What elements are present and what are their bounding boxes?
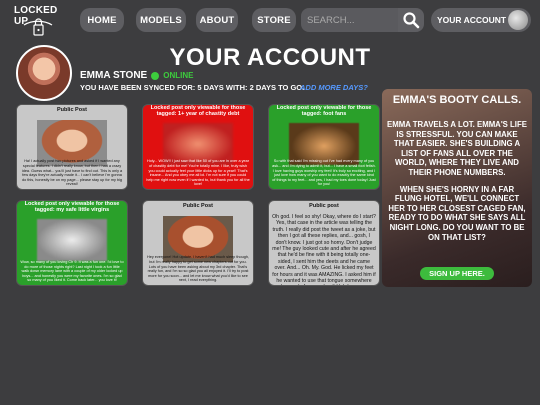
- post-header: Locked post only viewable for those tagg…: [24, 201, 120, 213]
- nav-models-button[interactable]: MODELS: [136, 8, 186, 32]
- search-icon: [403, 12, 420, 29]
- search-button[interactable]: [398, 8, 424, 32]
- site-logo[interactable]: LOCKED UP: [8, 3, 68, 37]
- post-header: Public Post: [17, 105, 127, 117]
- account-avatar: [508, 10, 528, 30]
- add-more-days-link[interactable]: ADD MORE DAYS?: [300, 83, 368, 92]
- post-card[interactable]: Locked post only viewable for those tagg…: [142, 104, 254, 190]
- ad-title: EMMA'S BOOTY CALLS.: [392, 94, 522, 106]
- post-header: Locked post only viewable for those tagg…: [276, 105, 372, 117]
- profile-name: EMMA STONE: [80, 70, 148, 81]
- profile-name-row: EMMA STONE ONLINE: [80, 70, 193, 81]
- sign-up-button[interactable]: SIGN UP HERE.: [420, 267, 494, 280]
- sync-status: YOU HAVE BEEN SYNCED FOR: 5 DAYS WITH: 2…: [80, 83, 305, 92]
- post-text: Hey everyone! Hot update. I haven't had …: [146, 255, 250, 283]
- account-label: YOUR ACCOUNT: [437, 15, 507, 25]
- post-card[interactable]: Public post Oh god. I feel so shy! Okay,…: [268, 200, 380, 286]
- page-title: YOUR ACCOUNT: [169, 44, 371, 71]
- post-header: Locked post only viewable for those tagg…: [150, 105, 246, 117]
- ad-paragraph: WHEN SHE'S HORNY IN A FAR FLUNG HOTEL, W…: [388, 184, 526, 242]
- post-header: Public post: [309, 203, 339, 209]
- nav-home-button[interactable]: HOME: [80, 8, 124, 32]
- post-text: Oh god. I feel so shy! Okay, where do I …: [272, 214, 376, 285]
- logo-text: LOCKED UP: [14, 5, 58, 27]
- post-text: Wow, so many of you loving Ch 9. It was …: [20, 260, 124, 283]
- ad-paragraph: EMMA TRAVELS A LOT. EMMA'S LIFE IS STRES…: [387, 120, 527, 177]
- online-status-text: ONLINE: [163, 71, 194, 80]
- nav-store-button[interactable]: STORE: [252, 8, 296, 32]
- profile-avatar: [16, 45, 72, 101]
- post-header: Public Post: [183, 203, 213, 209]
- online-status-dot: [151, 71, 160, 80]
- post-text: So with that said I'm missing out I've h…: [272, 159, 376, 187]
- post-text: Ha! I actually post two pictures and ask…: [21, 159, 123, 187]
- search-input[interactable]: SEARCH...: [301, 8, 398, 32]
- post-card[interactable]: Public Post Ha! I actually post two pict…: [16, 104, 128, 190]
- booty-calls-ad: EMMA'S BOOTY CALLS. EMMA TRAVELS A LOT. …: [382, 89, 532, 287]
- post-card[interactable]: Locked post only viewable for those tagg…: [16, 200, 128, 286]
- account-button[interactable]: YOUR ACCOUNT: [431, 8, 531, 32]
- post-card[interactable]: Locked post only viewable for those tagg…: [268, 104, 380, 190]
- post-text: Holy... WOW!! I just saw that like 50 of…: [146, 159, 250, 187]
- post-card[interactable]: Public Post Hey everyone! Hot update. I …: [142, 200, 254, 286]
- ad-body: EMMA TRAVELS A LOT. EMMA'S LIFE IS STRES…: [382, 120, 532, 242]
- nav-about-button[interactable]: ABOUT: [196, 8, 238, 32]
- post-image-blurred: [37, 219, 107, 261]
